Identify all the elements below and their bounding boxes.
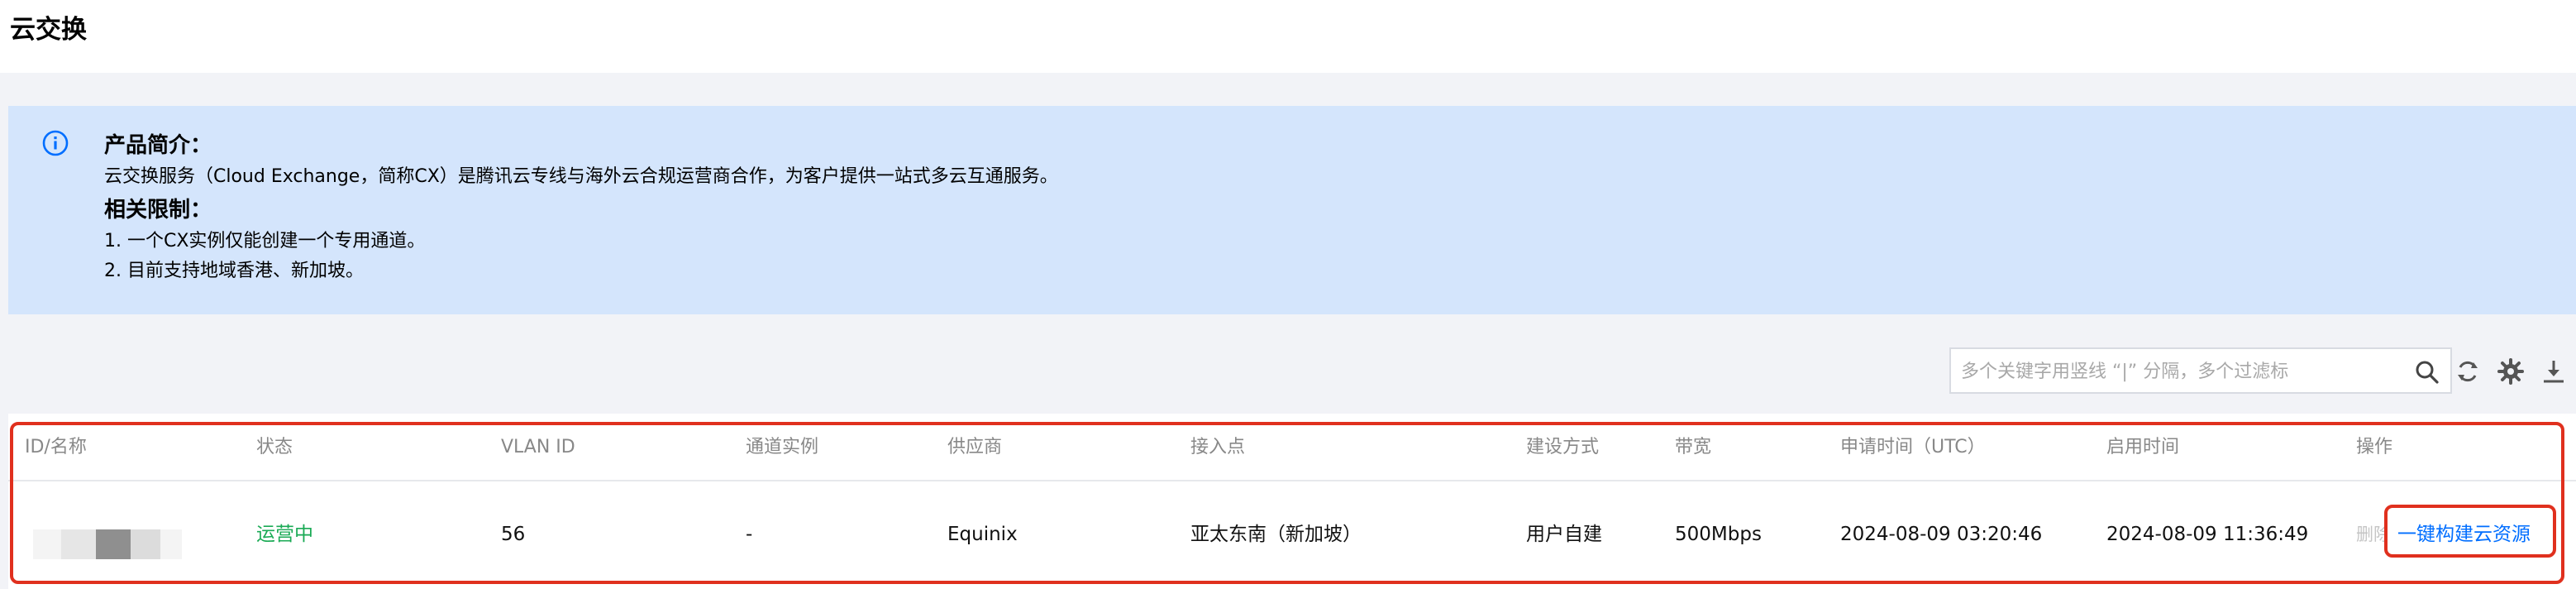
search-box[interactable] — [1949, 347, 2452, 394]
build-mode-cell: 用户自建 — [1526, 524, 1602, 545]
enable-time-cell: 2024-08-09 11:36:49 — [2106, 524, 2309, 545]
settings-icon[interactable] — [2497, 357, 2525, 385]
column-header: VLAN ID — [501, 437, 575, 457]
notice-intro-text: 云交换服务（Cloud Exchange，简称CX）是腾讯云专线与海外云合规运营… — [104, 166, 1058, 187]
column-header: 带宽 — [1675, 437, 1712, 457]
notice-limit-item: 1. 一个CX实例仅能创建一个专用通道。 — [104, 231, 426, 251]
status-badge: 运营中 — [256, 524, 313, 545]
access-point-cell: 亚太东南（新加坡） — [1190, 524, 1362, 545]
vendor-cell: Equinix — [947, 524, 1018, 545]
refresh-icon[interactable] — [2454, 357, 2482, 385]
notice-heading-intro: 产品简介： — [104, 133, 212, 158]
column-header: 供应商 — [947, 437, 1003, 457]
notice-limit-item: 2. 目前支持地域香港、新加坡。 — [104, 261, 364, 281]
apply-time-cell: 2024-08-09 03:20:46 — [1840, 524, 2043, 545]
column-header: 启用时间 — [2106, 437, 2180, 457]
page-title: 云交换 — [10, 15, 87, 45]
build-cloud-resource-link[interactable]: 一键构建云资源 — [2397, 521, 2531, 548]
column-header: 操作 — [2356, 437, 2393, 457]
column-header: 通道实例 — [746, 437, 819, 457]
column-header: 接入点 — [1190, 437, 1246, 457]
notice-heading-limits: 相关限制： — [104, 198, 212, 223]
column-header: 建设方式 — [1526, 437, 1600, 457]
bandwidth-cell: 500Mbps — [1675, 524, 1762, 545]
vlan-id-cell: 56 — [501, 524, 526, 545]
info-icon — [42, 130, 69, 156]
product-notice: 产品简介： 云交换服务（Cloud Exchange，简称CX）是腾讯云专线与海… — [8, 106, 2576, 314]
delete-link[interactable]: 删除 — [2356, 521, 2391, 548]
masked-instance-name — [33, 529, 182, 559]
column-header: 状态 — [256, 437, 293, 457]
column-header: ID/名称 — [25, 437, 87, 457]
channel-cell: - — [746, 524, 753, 545]
page-header: 云交换 — [0, 0, 2576, 73]
header-divider — [8, 480, 2576, 481]
download-icon[interactable] — [2540, 357, 2568, 385]
column-header: 申请时间（UTC） — [1840, 437, 1986, 457]
search-input[interactable] — [1959, 354, 2409, 389]
cx-instance-table — [8, 414, 2576, 589]
search-icon[interactable] — [2414, 359, 2440, 385]
